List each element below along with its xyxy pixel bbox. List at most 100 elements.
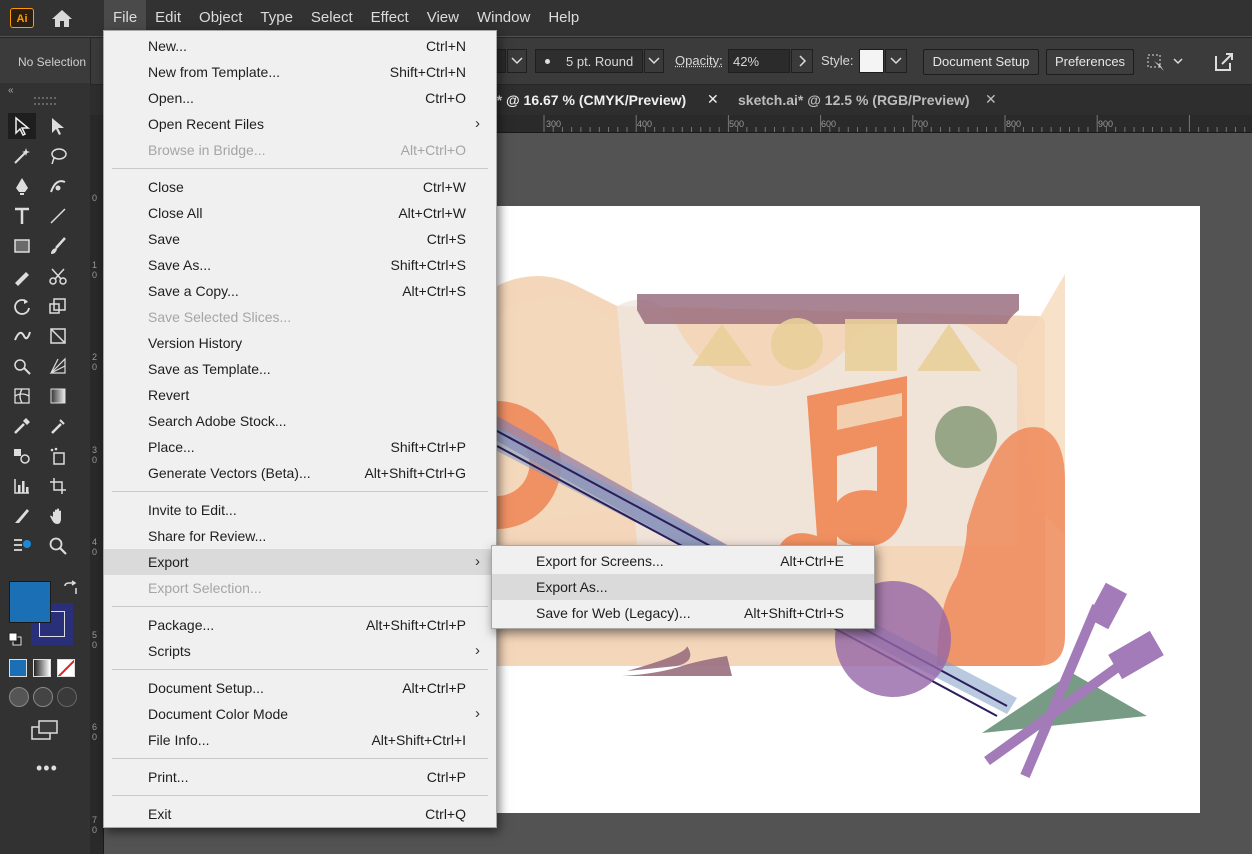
mesh-tool-icon[interactable]: [8, 383, 36, 409]
menu-item-print[interactable]: Print... Ctrl+P: [104, 764, 496, 790]
measure-tool-icon[interactable]: [44, 413, 72, 439]
warp-tool-icon[interactable]: [8, 323, 36, 349]
collapse-panel-icon[interactable]: «: [8, 85, 14, 96]
rectangle-tool-icon[interactable]: [8, 233, 36, 259]
menu-item-save-as[interactable]: Save As... Shift+Ctrl+S: [104, 252, 496, 278]
stroke-dropdown-button[interactable]: [507, 49, 527, 73]
preferences-button[interactable]: Preferences: [1046, 49, 1134, 75]
rotate-tool-icon[interactable]: [8, 293, 36, 319]
menu-item-save-as-template[interactable]: Save as Template...: [104, 356, 496, 382]
swap-colors-icon[interactable]: [62, 580, 80, 598]
shape-builder-tool-icon[interactable]: [8, 353, 36, 379]
menu-item-share-for-review[interactable]: Share for Review...: [104, 523, 496, 549]
menu-item-label: Place...: [148, 439, 195, 455]
type-tool-icon[interactable]: [8, 203, 36, 229]
curvature-tool-icon[interactable]: [44, 173, 72, 199]
menu-item-scripts[interactable]: Scripts ›: [104, 638, 496, 664]
graphic-style-swatch[interactable]: [859, 49, 884, 73]
menu-item-export[interactable]: Export ›: [104, 549, 496, 575]
more-tools-icon[interactable]: •••: [36, 758, 58, 779]
chevron-right-icon: ›: [475, 705, 480, 722]
gradient-mode-icon[interactable]: [33, 659, 51, 677]
scissors-tool-icon[interactable]: [44, 263, 72, 289]
menu-item-exit[interactable]: Exit Ctrl+Q: [104, 801, 496, 827]
share-export-icon[interactable]: [1212, 50, 1236, 74]
scale-tool-icon[interactable]: [44, 293, 72, 319]
draw-inside-icon[interactable]: [57, 687, 77, 707]
menu-item-shortcut: Ctrl+N: [425, 38, 466, 54]
menu-item-shortcut: Shift+Ctrl+N: [389, 64, 466, 80]
magic-wand-tool-icon[interactable]: [8, 143, 36, 169]
tab-sketch-document[interactable]: sketch.ai* @ 12.5 % (RGB/Preview): [738, 85, 970, 115]
lasso-tool-icon[interactable]: [44, 143, 72, 169]
draw-behind-icon[interactable]: [33, 687, 53, 707]
brush-dropdown-button[interactable]: [644, 49, 664, 73]
menu-item-document-color-mode[interactable]: Document Color Mode ›: [104, 701, 496, 727]
opacity-label[interactable]: Opacity:: [675, 53, 723, 68]
arrange-documents-icon[interactable]: [1146, 51, 1186, 73]
menu-item-generate-vectors-beta[interactable]: Generate Vectors (Beta)... Alt+Shift+Ctrl…: [104, 460, 496, 486]
fill-color-swatch[interactable]: [9, 581, 51, 623]
menu-item-open-recent-files[interactable]: Open Recent Files ›: [104, 111, 496, 137]
perspective-grid-tool-icon[interactable]: [44, 353, 72, 379]
menu-item-label: Close: [148, 179, 184, 195]
slice-tool-icon[interactable]: [8, 503, 36, 529]
menu-item-shortcut: Alt+Ctrl+W: [398, 205, 466, 221]
style-dropdown-button[interactable]: [885, 49, 907, 73]
screen-mode-icon[interactable]: [30, 719, 60, 741]
symbol-sprayer-tool-icon[interactable]: [44, 443, 72, 469]
blend-tool-icon[interactable]: [8, 443, 36, 469]
artboard-tool-icon[interactable]: [44, 473, 72, 499]
opacity-field[interactable]: 42%: [728, 49, 790, 73]
menu-item-close-all[interactable]: Close All Alt+Ctrl+W: [104, 200, 496, 226]
menu-item-file-info[interactable]: File Info... Alt+Shift+Ctrl+I: [104, 727, 496, 753]
menu-item-version-history[interactable]: Version History: [104, 330, 496, 356]
default-colors-icon[interactable]: [8, 632, 22, 646]
direct-selection-tool-icon[interactable]: [44, 113, 72, 139]
menu-item-label: Package...: [148, 617, 215, 633]
column-graph-tool-icon[interactable]: [8, 473, 36, 499]
brush-profile-select[interactable]: 5 pt. Round: [535, 49, 643, 73]
menu-item-revert[interactable]: Revert: [104, 382, 496, 408]
menu-item-save[interactable]: Save Ctrl+S: [104, 226, 496, 252]
menu-item-package[interactable]: Package... Alt+Shift+Ctrl+P: [104, 612, 496, 638]
submenu-item-export-as[interactable]: Export As...: [492, 574, 874, 600]
submenu-item-export-for-screens[interactable]: Export for Screens... Alt+Ctrl+E: [492, 548, 874, 574]
artboard[interactable]: [497, 206, 1200, 813]
draw-normal-icon[interactable]: [9, 687, 29, 707]
zoom-tool-icon[interactable]: [44, 533, 72, 559]
menu-item-new-from-template[interactable]: New from Template... Shift+Ctrl+N: [104, 59, 496, 85]
menu-item-invite-to-edit[interactable]: Invite to Edit...: [104, 497, 496, 523]
menu-item-search-adobe-stock[interactable]: Search Adobe Stock...: [104, 408, 496, 434]
close-tab-icon[interactable]: ✕: [985, 91, 997, 108]
line-segment-tool-icon[interactable]: [44, 203, 72, 229]
none-mode-icon[interactable]: [57, 659, 75, 677]
submenu-item-save-for-web-legacy[interactable]: Save for Web (Legacy)... Alt+Shift+Ctrl+S: [492, 600, 874, 626]
menu-item-label: Search Adobe Stock...: [148, 413, 287, 429]
tab-active-document[interactable]: ai* @ 16.67 % (CMYK/Preview): [485, 85, 686, 115]
menu-separator: [112, 606, 488, 607]
panel-grip-icon[interactable]: [34, 97, 56, 105]
paintbrush-tool-icon[interactable]: [44, 233, 72, 259]
shaper-tool-icon[interactable]: [8, 263, 36, 289]
document-setup-button[interactable]: Document Setup: [923, 49, 1039, 75]
selection-tool-icon[interactable]: [8, 113, 36, 139]
menu-help[interactable]: Help: [539, 0, 588, 36]
menu-item-document-setup[interactable]: Document Setup... Alt+Ctrl+P: [104, 675, 496, 701]
menu-item-close[interactable]: Close Ctrl+W: [104, 174, 496, 200]
edit-toolbar-icon[interactable]: [8, 533, 36, 559]
gradient-tool-icon[interactable]: [44, 383, 72, 409]
menu-item-save-a-copy[interactable]: Save a Copy... Alt+Ctrl+S: [104, 278, 496, 304]
menu-separator: [112, 168, 488, 169]
menu-item-new[interactable]: New... Ctrl+N: [104, 33, 496, 59]
home-icon[interactable]: [50, 8, 74, 28]
eyedropper-tool-icon[interactable]: [8, 413, 36, 439]
menu-item-open[interactable]: Open... Ctrl+O: [104, 85, 496, 111]
hand-tool-icon[interactable]: [44, 503, 72, 529]
free-transform-tool-icon[interactable]: [44, 323, 72, 349]
pen-tool-icon[interactable]: [8, 173, 36, 199]
color-mode-icon[interactable]: [9, 659, 27, 677]
opacity-expand-button[interactable]: [791, 49, 813, 73]
close-tab-icon[interactable]: ✕: [707, 91, 719, 108]
menu-item-place[interactable]: Place... Shift+Ctrl+P: [104, 434, 496, 460]
